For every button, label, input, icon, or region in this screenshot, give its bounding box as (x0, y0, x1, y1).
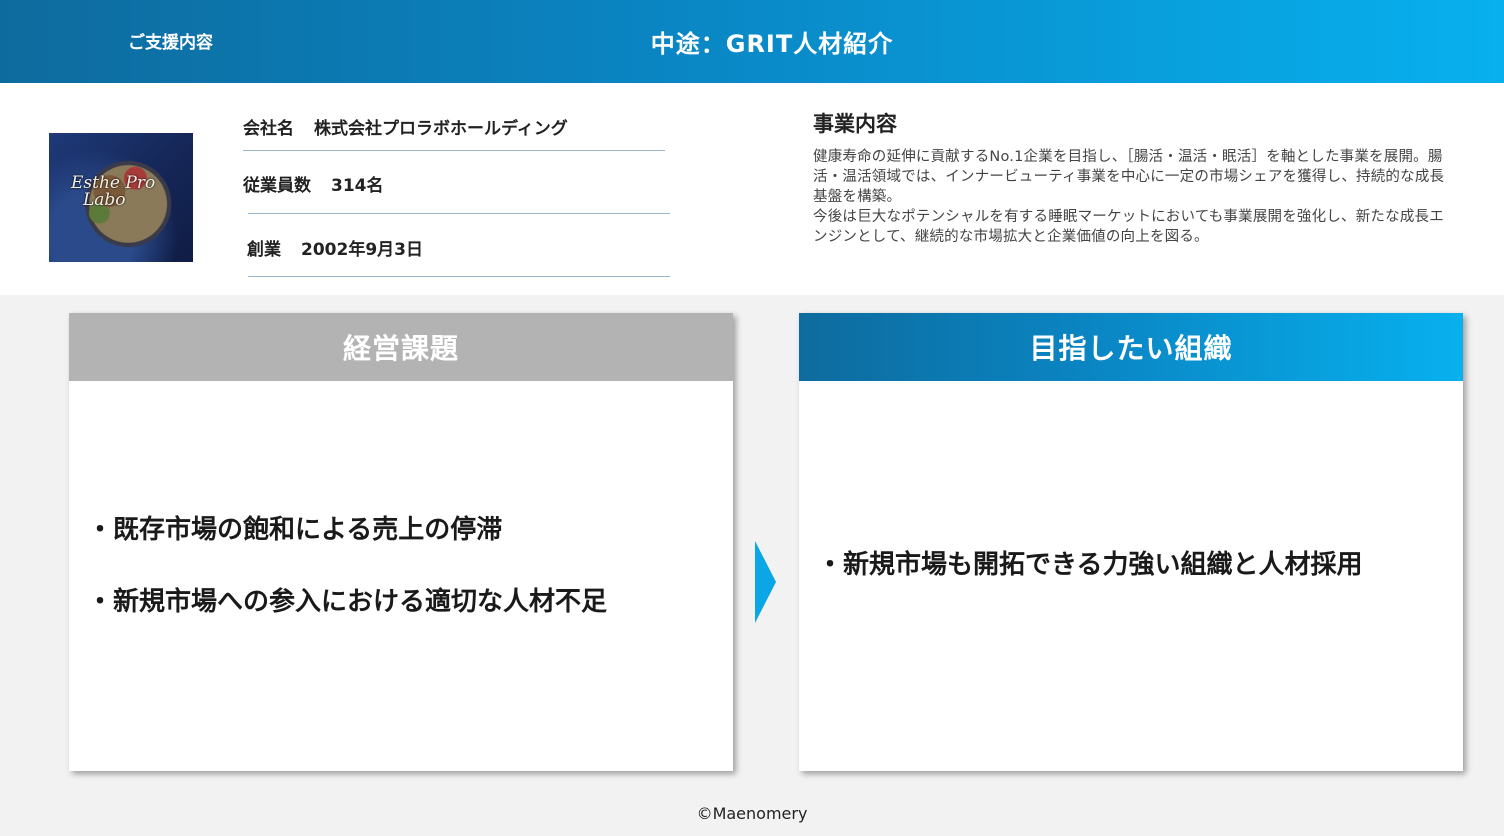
business-paragraph: 健康寿命の延伸に貢献するNo.1企業を目指し、［腸活・温活・眠活］を軸とした事業… (813, 149, 1445, 205)
employees-value: 314名 (331, 176, 384, 196)
issues-panel-title: 経営課題 (69, 313, 733, 381)
company-name-value: 株式会社プロラボホールディング (314, 119, 568, 139)
employees-label: 従業員数 (243, 176, 311, 196)
logo-text-line2: Labo (83, 190, 126, 210)
issue-item: ・既存市場の飽和による売上の停滞 (87, 515, 503, 545)
divider (243, 150, 665, 151)
business-description: 健康寿命の延伸に貢献するNo.1企業を目指し、［腸活・温活・眠活］を軸とした事業… (813, 147, 1453, 247)
header-bar: ご支援内容 中途：GRIT人材紹介 (0, 0, 1504, 83)
goal-item: ・新規市場も開拓できる力強い組織と人材採用 (817, 550, 1363, 580)
goal-panel: 目指したい組織 ・新規市場も開拓できる力強い組織と人材採用 (799, 313, 1463, 771)
divider (248, 213, 670, 214)
company-name-label: 会社名 (243, 119, 294, 139)
employees-row: 従業員数 314名 (243, 171, 384, 196)
company-name-row: 会社名 株式会社プロラボホールディング (243, 114, 568, 139)
founded-value: 2002年9月3日 (301, 240, 423, 260)
issue-item: ・新規市場への参入における適切な人材不足 (87, 587, 608, 617)
copyright: ©Maenomery (696, 804, 808, 823)
right-arrow-icon (755, 541, 776, 623)
goal-panel-body: ・新規市場も開拓できる力強い組織と人材採用 (799, 381, 1463, 771)
business-paragraph: 今後は巨大なポテンシャルを有する睡眠マーケットにおいても事業展開を強化し、新たな… (813, 209, 1444, 245)
divider (248, 276, 670, 277)
founded-label: 創業 (247, 240, 281, 260)
founded-row: 創業 2002年9月3日 (247, 235, 423, 260)
issues-panel: 経営課題 ・既存市場の飽和による売上の停滞 ・新規市場への参入における適切な人材… (69, 313, 733, 771)
business-title: 事業内容 (813, 112, 897, 136)
logo-wordmark: Esthe Pro Labo (71, 175, 155, 209)
company-info-section: Esthe Pro Labo 会社名 株式会社プロラボホールディング 従業員数 31… (0, 83, 1504, 295)
goal-panel-title: 目指したい組織 (799, 313, 1463, 381)
issues-panel-body: ・既存市場の飽和による売上の停滞 ・新規市場への参入における適切な人材不足 (69, 381, 733, 771)
page-title: 中途：GRIT人材紹介 (650, 30, 894, 58)
company-logo: Esthe Pro Labo (49, 133, 193, 262)
